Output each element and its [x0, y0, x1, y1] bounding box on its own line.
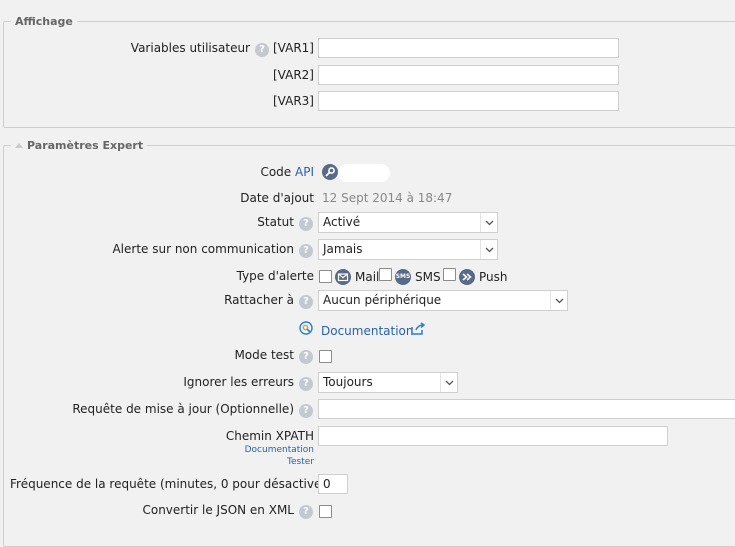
frequence-input[interactable]: 0 — [318, 474, 348, 494]
xpath-input[interactable] — [318, 426, 668, 446]
documentation-icon — [298, 320, 314, 336]
json-help-icon[interactable]: ? — [299, 505, 313, 519]
mail-checkbox[interactable] — [319, 270, 332, 283]
var2-label: [VAR2] — [273, 68, 314, 82]
xpath-tester-link[interactable]: Tester — [200, 457, 314, 467]
mode-test-label: Mode test — [234, 348, 294, 362]
ignorer-value: Toujours — [323, 375, 373, 389]
statut-help-icon[interactable]: ? — [299, 217, 313, 231]
rattacher-help-icon[interactable]: ? — [299, 295, 313, 309]
mode-test-help-icon[interactable]: ? — [299, 350, 313, 364]
json-label: Convertir le JSON en XML — [142, 503, 294, 517]
alerte-label: Alerte sur non communication — [112, 242, 294, 256]
expert-legend-label: Paramètres Expert — [27, 139, 144, 152]
alerte-help-icon[interactable]: ? — [299, 244, 313, 258]
sms-checkbox[interactable] — [379, 268, 392, 281]
envelope-icon — [335, 269, 351, 285]
sms-label: SMS — [415, 270, 441, 284]
api-code-value — [338, 164, 390, 182]
chevron-down-icon — [480, 213, 497, 232]
key-icon[interactable] — [322, 164, 338, 180]
alerte-select[interactable]: Jamais — [318, 239, 498, 260]
mail-label: Mail — [355, 270, 380, 284]
json-checkbox[interactable] — [319, 505, 332, 518]
push-checkbox[interactable] — [443, 268, 456, 281]
type-label: Type d'alerte — [236, 269, 314, 283]
date-label: Date d'ajout — [240, 191, 314, 205]
var1-input[interactable] — [318, 38, 619, 58]
mode-test-checkbox[interactable] — [319, 350, 332, 363]
statut-select[interactable]: Activé — [318, 212, 498, 233]
var2-input[interactable] — [318, 65, 619, 85]
xpath-documentation-link[interactable]: Documentation — [200, 445, 314, 455]
push-arrow-icon — [459, 269, 475, 285]
help-icon[interactable]: ? — [255, 43, 269, 57]
variables-label: Variables utilisateur — [130, 41, 250, 55]
expert-legend[interactable]: Paramètres Expert — [11, 139, 148, 152]
documentation-link[interactable]: Documentation — [321, 324, 414, 338]
affichage-legend: Affichage — [11, 15, 77, 28]
code-label: Code API — [200, 165, 314, 179]
ignorer-select[interactable]: Toujours — [318, 372, 458, 393]
alerte-value: Jamais — [323, 242, 363, 256]
statut-label: Statut — [257, 215, 294, 229]
rattacher-select[interactable]: Aucun périphérique — [318, 290, 568, 311]
chevron-down-icon — [440, 373, 457, 392]
chevron-down-icon — [480, 240, 497, 259]
chevron-down-icon — [550, 291, 567, 310]
ignorer-label: Ignorer les erreurs — [183, 375, 294, 389]
sms-icon: SMS — [395, 269, 411, 285]
rattacher-label: Rattacher à — [224, 293, 294, 307]
frequence-label: Fréquence de la requête (minutes, 0 pour… — [10, 477, 331, 491]
ignorer-help-icon[interactable]: ? — [299, 377, 313, 391]
xpath-label: Chemin XPATH — [225, 429, 314, 443]
push-label: Push — [479, 270, 508, 284]
rattacher-value: Aucun périphérique — [323, 293, 442, 307]
var3-input[interactable] — [318, 91, 619, 111]
external-link-icon[interactable] — [410, 322, 426, 336]
date-value: 12 Sept 2014 à 18:47 — [322, 191, 453, 205]
code-label-text: Code — [260, 165, 292, 179]
requete-label: Requête de mise à jour (Optionnelle) — [72, 402, 294, 416]
collapse-arrow-icon — [15, 143, 23, 148]
requete-help-icon[interactable]: ? — [299, 404, 313, 418]
api-link[interactable]: API — [295, 165, 314, 179]
var3-label: [VAR3] — [273, 94, 314, 108]
var1-label: [VAR1] — [273, 41, 314, 55]
requete-input[interactable] — [318, 399, 735, 419]
statut-value: Activé — [323, 215, 361, 229]
